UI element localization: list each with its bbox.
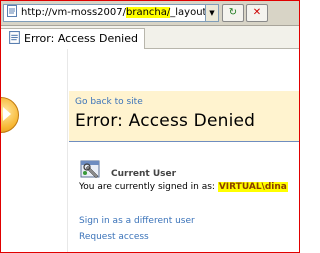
tab-title: Error: Access Denied [24,32,138,45]
refresh-button[interactable]: ↻ [222,4,244,22]
signed-in-line: You are currently signed in as: VIRTUAL\… [79,182,288,192]
account-name: VIRTUAL\dina [217,182,288,192]
browser-tab[interactable]: Error: Access Denied [1,28,145,49]
current-user-label: Current User [111,169,177,179]
request-access-link[interactable]: Request access [79,232,149,242]
page-icon [7,5,17,17]
sign-in-different-user-link[interactable]: Sign in as a different user [79,216,195,226]
page-title: Error: Access Denied [75,111,256,131]
address-bar[interactable]: http://vm-moss2007/brancha/_layouts/Acc … [3,4,219,22]
refresh-icon: ↻ [228,7,238,18]
page-content: Go back to site Error: Access Denied Cur… [1,49,299,252]
address-bar-row: http://vm-moss2007/brancha/_layouts/Acc … [1,1,299,26]
go-back-link[interactable]: Go back to site [75,97,143,107]
tab-row: Error: Access Denied [1,26,299,49]
url-prefix: http://vm-moss2007/ [21,7,126,18]
page-icon [9,31,20,44]
user-settings-icon [80,160,100,179]
signed-in-text: You are currently signed in as: [79,182,215,192]
stop-button[interactable]: ✕ [246,4,268,22]
stop-icon: ✕ [252,7,262,18]
url-highlight: brancha/ [126,7,171,18]
left-strip [1,49,68,252]
title-band: Go back to site Error: Access Denied [69,91,299,141]
browser-window: http://vm-moss2007/brancha/_layouts/Acc … [0,0,300,253]
arrow-icon [3,107,11,121]
title-divider [69,141,299,142]
address-dropdown-button[interactable]: ▼ [205,5,218,21]
